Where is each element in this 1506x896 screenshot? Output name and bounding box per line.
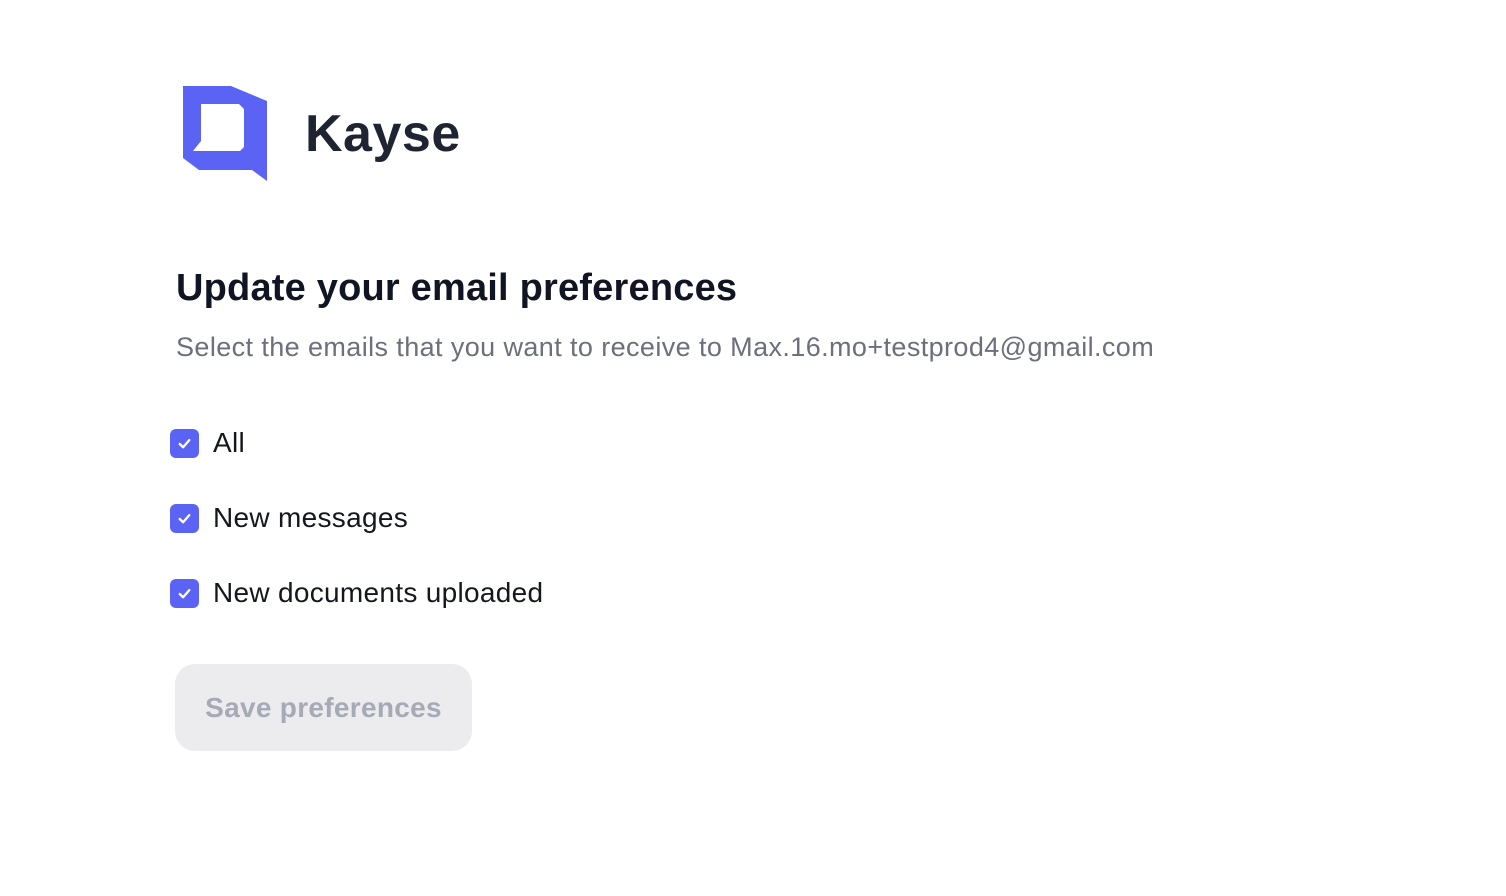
option-label-new-documents-uploaded: New documents uploaded — [213, 577, 544, 608]
option-all[interactable]: All — [170, 427, 245, 459]
option-label-all: All — [213, 427, 246, 458]
kayse-logo-icon — [183, 86, 267, 181]
checkmark-icon — [178, 438, 191, 448]
new-documents-uploaded-checkbox[interactable] — [170, 578, 199, 608]
new-messages-checkbox[interactable] — [170, 503, 199, 533]
all-checkbox[interactable] — [170, 428, 199, 458]
checkmark-icon — [178, 588, 191, 598]
save-preferences-button[interactable]: Save preferences — [175, 664, 472, 751]
page-subtitle: Select the emails that you want to recei… — [176, 332, 1155, 362]
page-title: Update your email preferences — [176, 267, 738, 309]
brand-name: Kayse — [305, 105, 461, 163]
brand-header: Kayse — [182, 84, 461, 184]
checkmark-icon — [178, 513, 191, 523]
email-preferences-page: Kayse Update your email preferences Sele… — [0, 0, 1506, 896]
option-new-messages[interactable]: New messages — [170, 502, 408, 534]
option-new-documents-uploaded[interactable]: New documents uploaded — [170, 577, 543, 609]
option-label-new-messages: New messages — [213, 502, 409, 533]
